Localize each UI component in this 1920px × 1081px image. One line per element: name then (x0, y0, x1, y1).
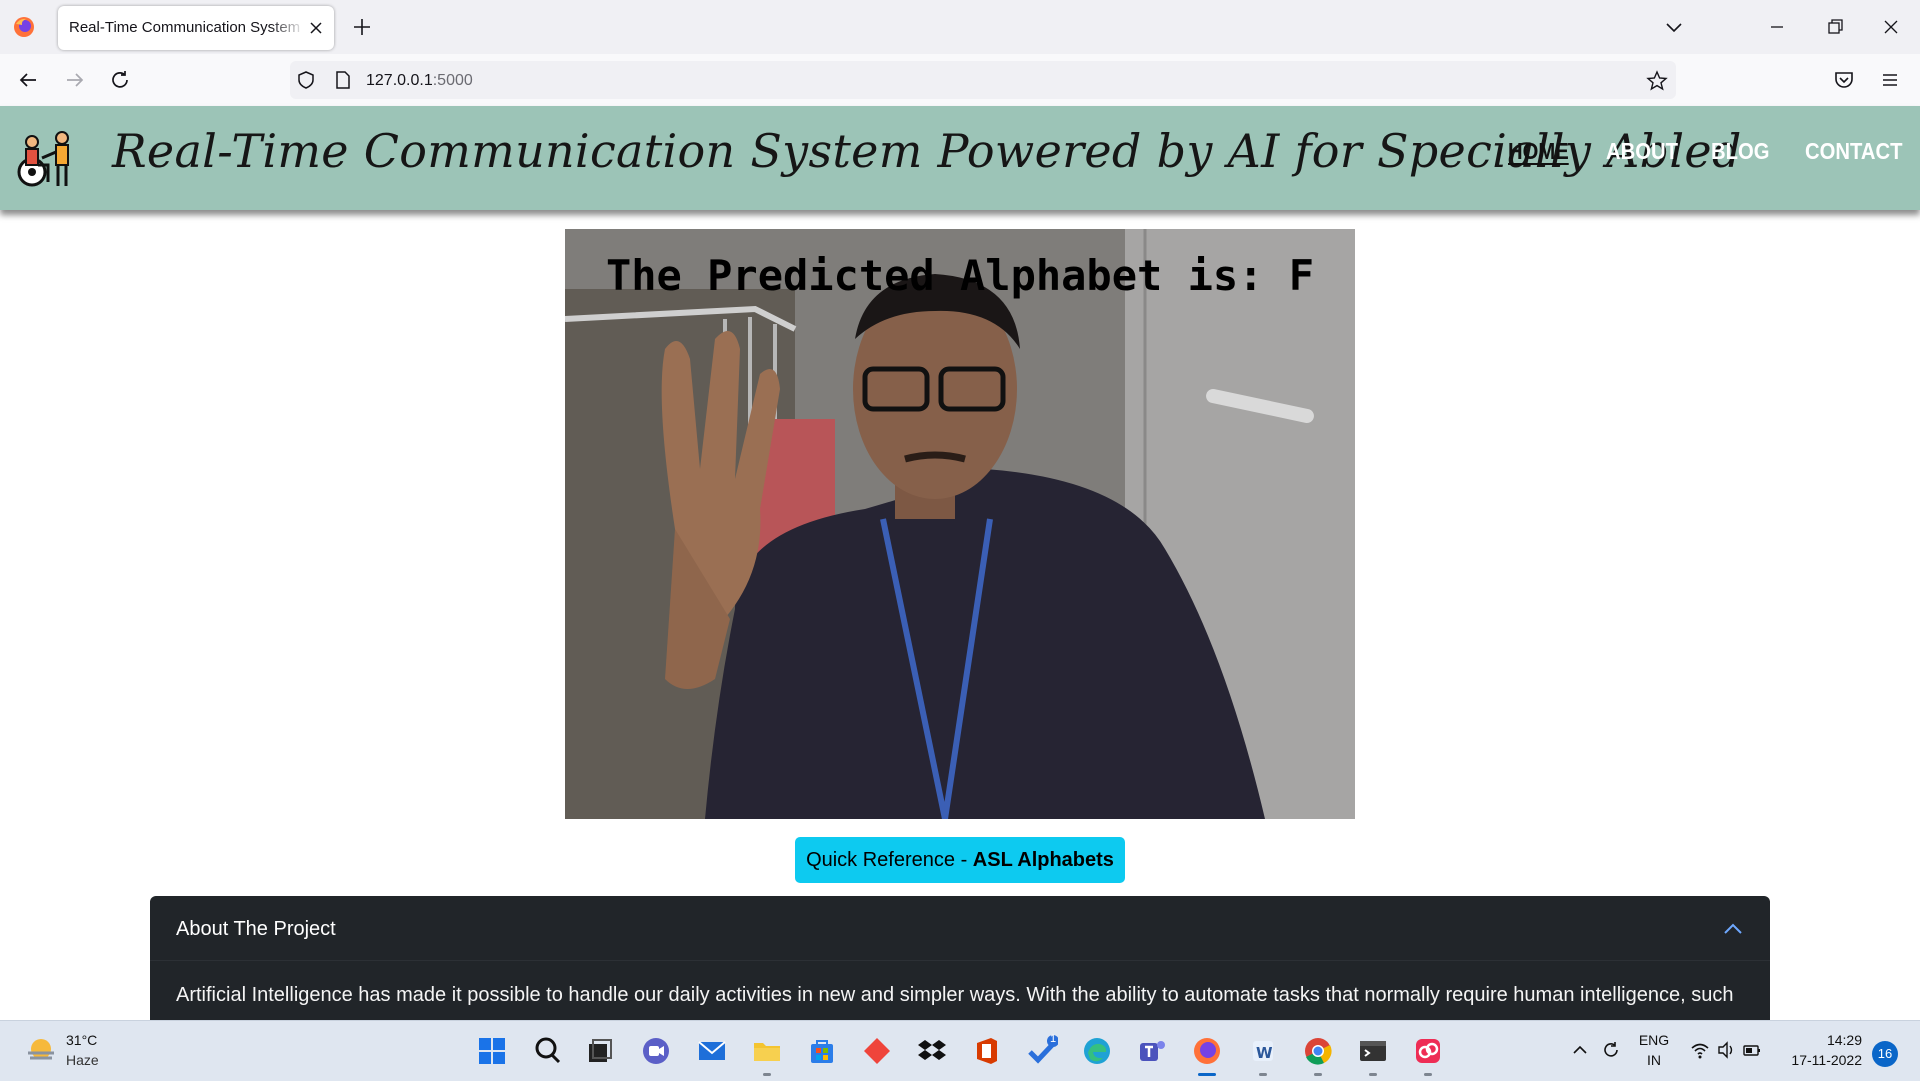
wifi-icon[interactable] (1690, 1040, 1710, 1060)
todo-badge-count: 1 (1049, 1033, 1057, 1045)
volume-icon[interactable] (1716, 1040, 1736, 1060)
browser-tab-bar: Real-Time Communication System Powered b… (0, 0, 1920, 54)
task-view-icon[interactable] (584, 1035, 616, 1067)
chat-icon[interactable] (640, 1035, 672, 1067)
url-text[interactable]: 127.0.0.1:5000 (366, 72, 473, 90)
running-indicator (763, 1073, 771, 1076)
language-bottom[interactable]: IN (1636, 1052, 1672, 1068)
bookmark-star-icon[interactable] (1646, 70, 1668, 92)
prediction-overlay-text: The Predicted Alphabet is: F (605, 251, 1314, 300)
webcam-scene (565, 229, 1355, 819)
restore-icon[interactable] (1824, 16, 1846, 38)
about-accordion: About The Project Artificial Intelligenc… (150, 896, 1770, 1020)
winword-icon[interactable]: W (1247, 1035, 1279, 1067)
nav-about[interactable]: ABOUT (1606, 138, 1678, 165)
minimize-icon[interactable] (1766, 16, 1788, 38)
quick-ref-bold: ASL Alphabets (972, 849, 1114, 871)
search-icon[interactable] (532, 1035, 564, 1067)
clock-date[interactable]: 17-11-2022 (1782, 1052, 1862, 1068)
back-icon[interactable] (16, 68, 40, 92)
tab-title: Real-Time Communication System Powered b… (69, 19, 305, 36)
shield-icon[interactable] (296, 70, 316, 90)
quick-ref-prefix: Quick Reference - (806, 849, 973, 871)
notification-count-badge[interactable]: 16 (1872, 1041, 1898, 1067)
microsoft-store-icon[interactable] (806, 1035, 838, 1067)
url-host: 127.0.0.1 (366, 72, 433, 89)
anydesk-icon[interactable] (861, 1035, 893, 1067)
page-icon[interactable] (334, 70, 352, 90)
pocket-icon[interactable] (1832, 68, 1856, 92)
weather-temperature[interactable]: 31°C (66, 1032, 97, 1048)
battery-icon[interactable] (1742, 1040, 1762, 1060)
windows-start-icon[interactable] (476, 1035, 508, 1067)
browser-nav-bar: 127.0.0.1:5000 (0, 54, 1920, 107)
running-indicator (1259, 1073, 1267, 1076)
clock-time[interactable]: 14:29 (1782, 1032, 1862, 1048)
nav-contact[interactable]: CONTACT (1805, 138, 1902, 165)
quick-reference-button[interactable]: Quick Reference - ASL Alphabets (795, 837, 1125, 883)
reload-icon[interactable] (108, 68, 132, 92)
windows-taskbar: 31°C Haze 1 W ENG IN 14:29 17-11-2022 16 (0, 1020, 1920, 1081)
site-title: Real-Time Communication System Powered b… (112, 124, 1742, 178)
chevron-up-icon[interactable] (1570, 1040, 1590, 1060)
file-explorer-icon[interactable] (751, 1035, 783, 1067)
dropbox-icon[interactable] (916, 1035, 948, 1067)
webcam-video-feed: The Predicted Alphabet is: F (565, 229, 1355, 819)
nav-blog[interactable]: BLOG (1711, 138, 1769, 165)
forward-icon[interactable] (63, 68, 87, 92)
svg-text:W: W (1256, 1044, 1273, 1062)
terminal-icon[interactable] (1357, 1035, 1389, 1067)
edge-icon[interactable] (1081, 1035, 1113, 1067)
active-app-indicator (1198, 1073, 1216, 1076)
weather-haze-icon[interactable] (24, 1033, 58, 1067)
accessibility-logo-icon[interactable] (12, 128, 76, 190)
accordion-body: Artificial Intelligence has made it poss… (176, 984, 1734, 1006)
running-indicator (1369, 1073, 1377, 1076)
accordion-divider (150, 960, 1770, 961)
running-indicator (1424, 1073, 1432, 1076)
nav-home[interactable]: HOME (1508, 138, 1569, 165)
teams-icon[interactable] (1136, 1035, 1168, 1067)
chrome-icon[interactable] (1302, 1035, 1334, 1067)
language-top[interactable]: ENG (1636, 1032, 1672, 1048)
office-icon[interactable] (971, 1035, 1003, 1067)
menu-icon[interactable] (1878, 68, 1902, 92)
browser-tab-active[interactable]: Real-Time Communication System Powered b… (58, 6, 334, 50)
url-port: :5000 (432, 72, 473, 89)
running-indicator (1314, 1073, 1322, 1076)
close-tab-icon[interactable] (308, 20, 324, 36)
new-tab-icon[interactable] (350, 15, 374, 39)
accordion-header[interactable]: About The Project (176, 918, 336, 941)
site-header: Real-Time Communication System Powered b… (0, 106, 1920, 210)
close-window-icon[interactable] (1880, 16, 1902, 38)
creative-cloud-icon[interactable] (1412, 1035, 1444, 1067)
weather-description[interactable]: Haze (66, 1052, 99, 1068)
sync-icon[interactable] (1601, 1040, 1621, 1060)
chevron-down-icon[interactable] (1662, 16, 1686, 38)
firefox-taskbar-icon[interactable] (1191, 1035, 1223, 1067)
url-bar[interactable]: 127.0.0.1:5000 (290, 61, 1676, 99)
mail-icon[interactable] (696, 1035, 728, 1067)
chevron-up-icon[interactable] (1722, 918, 1744, 940)
firefox-icon[interactable] (12, 15, 36, 39)
